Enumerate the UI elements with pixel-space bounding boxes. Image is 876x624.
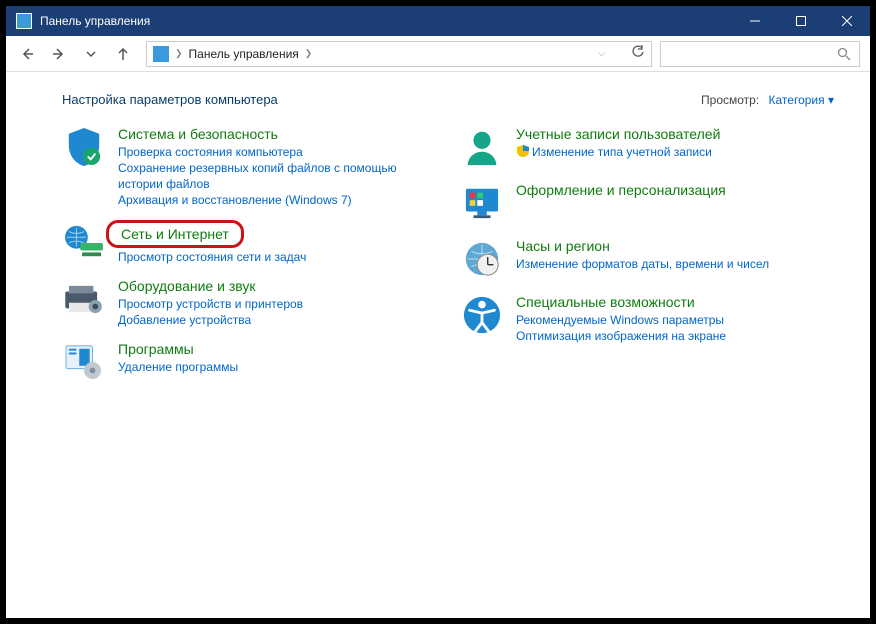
user-icon (460, 125, 504, 169)
printer-icon (62, 277, 106, 321)
category-title[interactable]: Система и безопасность (118, 125, 278, 143)
page-heading: Настройка параметров компьютера (62, 92, 701, 107)
category-link[interactable]: Оптимизация изображения на экране (516, 328, 726, 344)
category-user-accounts: Учетные записи пользователей Изменение т… (460, 125, 834, 169)
category-link[interactable]: Изменение форматов даты, времени и чисел (516, 256, 769, 272)
category-title[interactable]: Программы (118, 340, 194, 358)
view-by: Просмотр: Категория ▾ (701, 93, 834, 107)
category-programs: Программы Удаление программы (62, 340, 436, 384)
control-panel-window: Панель управления ❯ Панель управления ❯ … (6, 6, 870, 618)
category-network-internet: Сеть и Интернет Просмотр состояния сети … (62, 220, 436, 265)
category-link[interactable]: Архивация и восстановление (Windows 7) (118, 192, 436, 208)
category-title[interactable]: Оформление и персонализация (516, 181, 726, 199)
titlebar: Панель управления (6, 6, 870, 36)
globe-icon (62, 220, 106, 264)
nav-toolbar: ❯ Панель управления ❯ ⌵ (6, 36, 870, 72)
window-title: Панель управления (40, 14, 732, 28)
chevron-right-icon: ❯ (175, 48, 183, 59)
category-title[interactable]: Учетные записи пользователей (516, 125, 720, 143)
category-link[interactable]: Просмотр устройств и принтеров (118, 296, 303, 312)
category-hardware-sound: Оборудование и звук Просмотр устройств и… (62, 277, 436, 328)
category-link[interactable]: Рекомендуемые Windows параметры (516, 312, 726, 328)
close-button[interactable] (824, 6, 870, 36)
view-by-label: Просмотр: (701, 93, 759, 107)
uac-shield-icon (516, 144, 530, 158)
category-title[interactable]: Оборудование и звук (118, 277, 256, 295)
control-panel-icon (16, 13, 32, 29)
search-icon (837, 47, 851, 61)
recent-dropdown[interactable] (76, 40, 106, 68)
category-title[interactable]: Часы и регион (516, 237, 610, 255)
category-ease-of-access: Специальные возможности Рекомендуемые Wi… (460, 293, 834, 344)
back-button[interactable] (12, 40, 42, 68)
chevron-right-icon: ❯ (305, 48, 313, 59)
category-system-security: Система и безопасность Проверка состояни… (62, 125, 436, 208)
minimize-button[interactable] (732, 6, 778, 36)
category-link-with-shield[interactable]: Изменение типа учетной записи (516, 144, 720, 160)
category-link[interactable]: Добавление устройства (118, 312, 303, 328)
view-by-dropdown[interactable]: Категория ▾ (769, 93, 834, 107)
category-link[interactable]: Просмотр состояния сети и задач (118, 249, 306, 265)
left-column: Система и безопасность Проверка состояни… (62, 125, 436, 396)
category-title-highlighted[interactable]: Сеть и Интернет (106, 220, 244, 248)
category-link[interactable]: Удаление программы (118, 359, 238, 375)
personalization-icon (460, 181, 504, 225)
address-icon (153, 46, 169, 62)
category-link[interactable]: Проверка состояния компьютера (118, 144, 436, 160)
clock-icon (460, 237, 504, 281)
breadcrumb-root[interactable]: Панель управления (189, 47, 299, 61)
up-button[interactable] (108, 40, 138, 68)
search-box[interactable] (660, 41, 860, 67)
category-appearance-personalization: Оформление и персонализация (460, 181, 834, 225)
category-title[interactable]: Специальные возможности (516, 293, 695, 311)
chevron-down-icon[interactable]: ⌵ (598, 48, 605, 59)
address-bar[interactable]: ❯ Панель управления ❯ ⌵ (146, 41, 652, 67)
category-link[interactable]: Сохранение резервных копий файлов с помо… (118, 160, 436, 192)
category-clock-region: Часы и регион Изменение форматов даты, в… (460, 237, 834, 281)
refresh-button[interactable] (631, 45, 645, 62)
maximize-button[interactable] (778, 6, 824, 36)
forward-button[interactable] (44, 40, 74, 68)
accessibility-icon (460, 293, 504, 337)
content-area: Настройка параметров компьютера Просмотр… (6, 72, 870, 618)
right-column: Учетные записи пользователей Изменение т… (460, 125, 834, 396)
programs-icon (62, 340, 106, 384)
shield-icon (62, 125, 106, 169)
